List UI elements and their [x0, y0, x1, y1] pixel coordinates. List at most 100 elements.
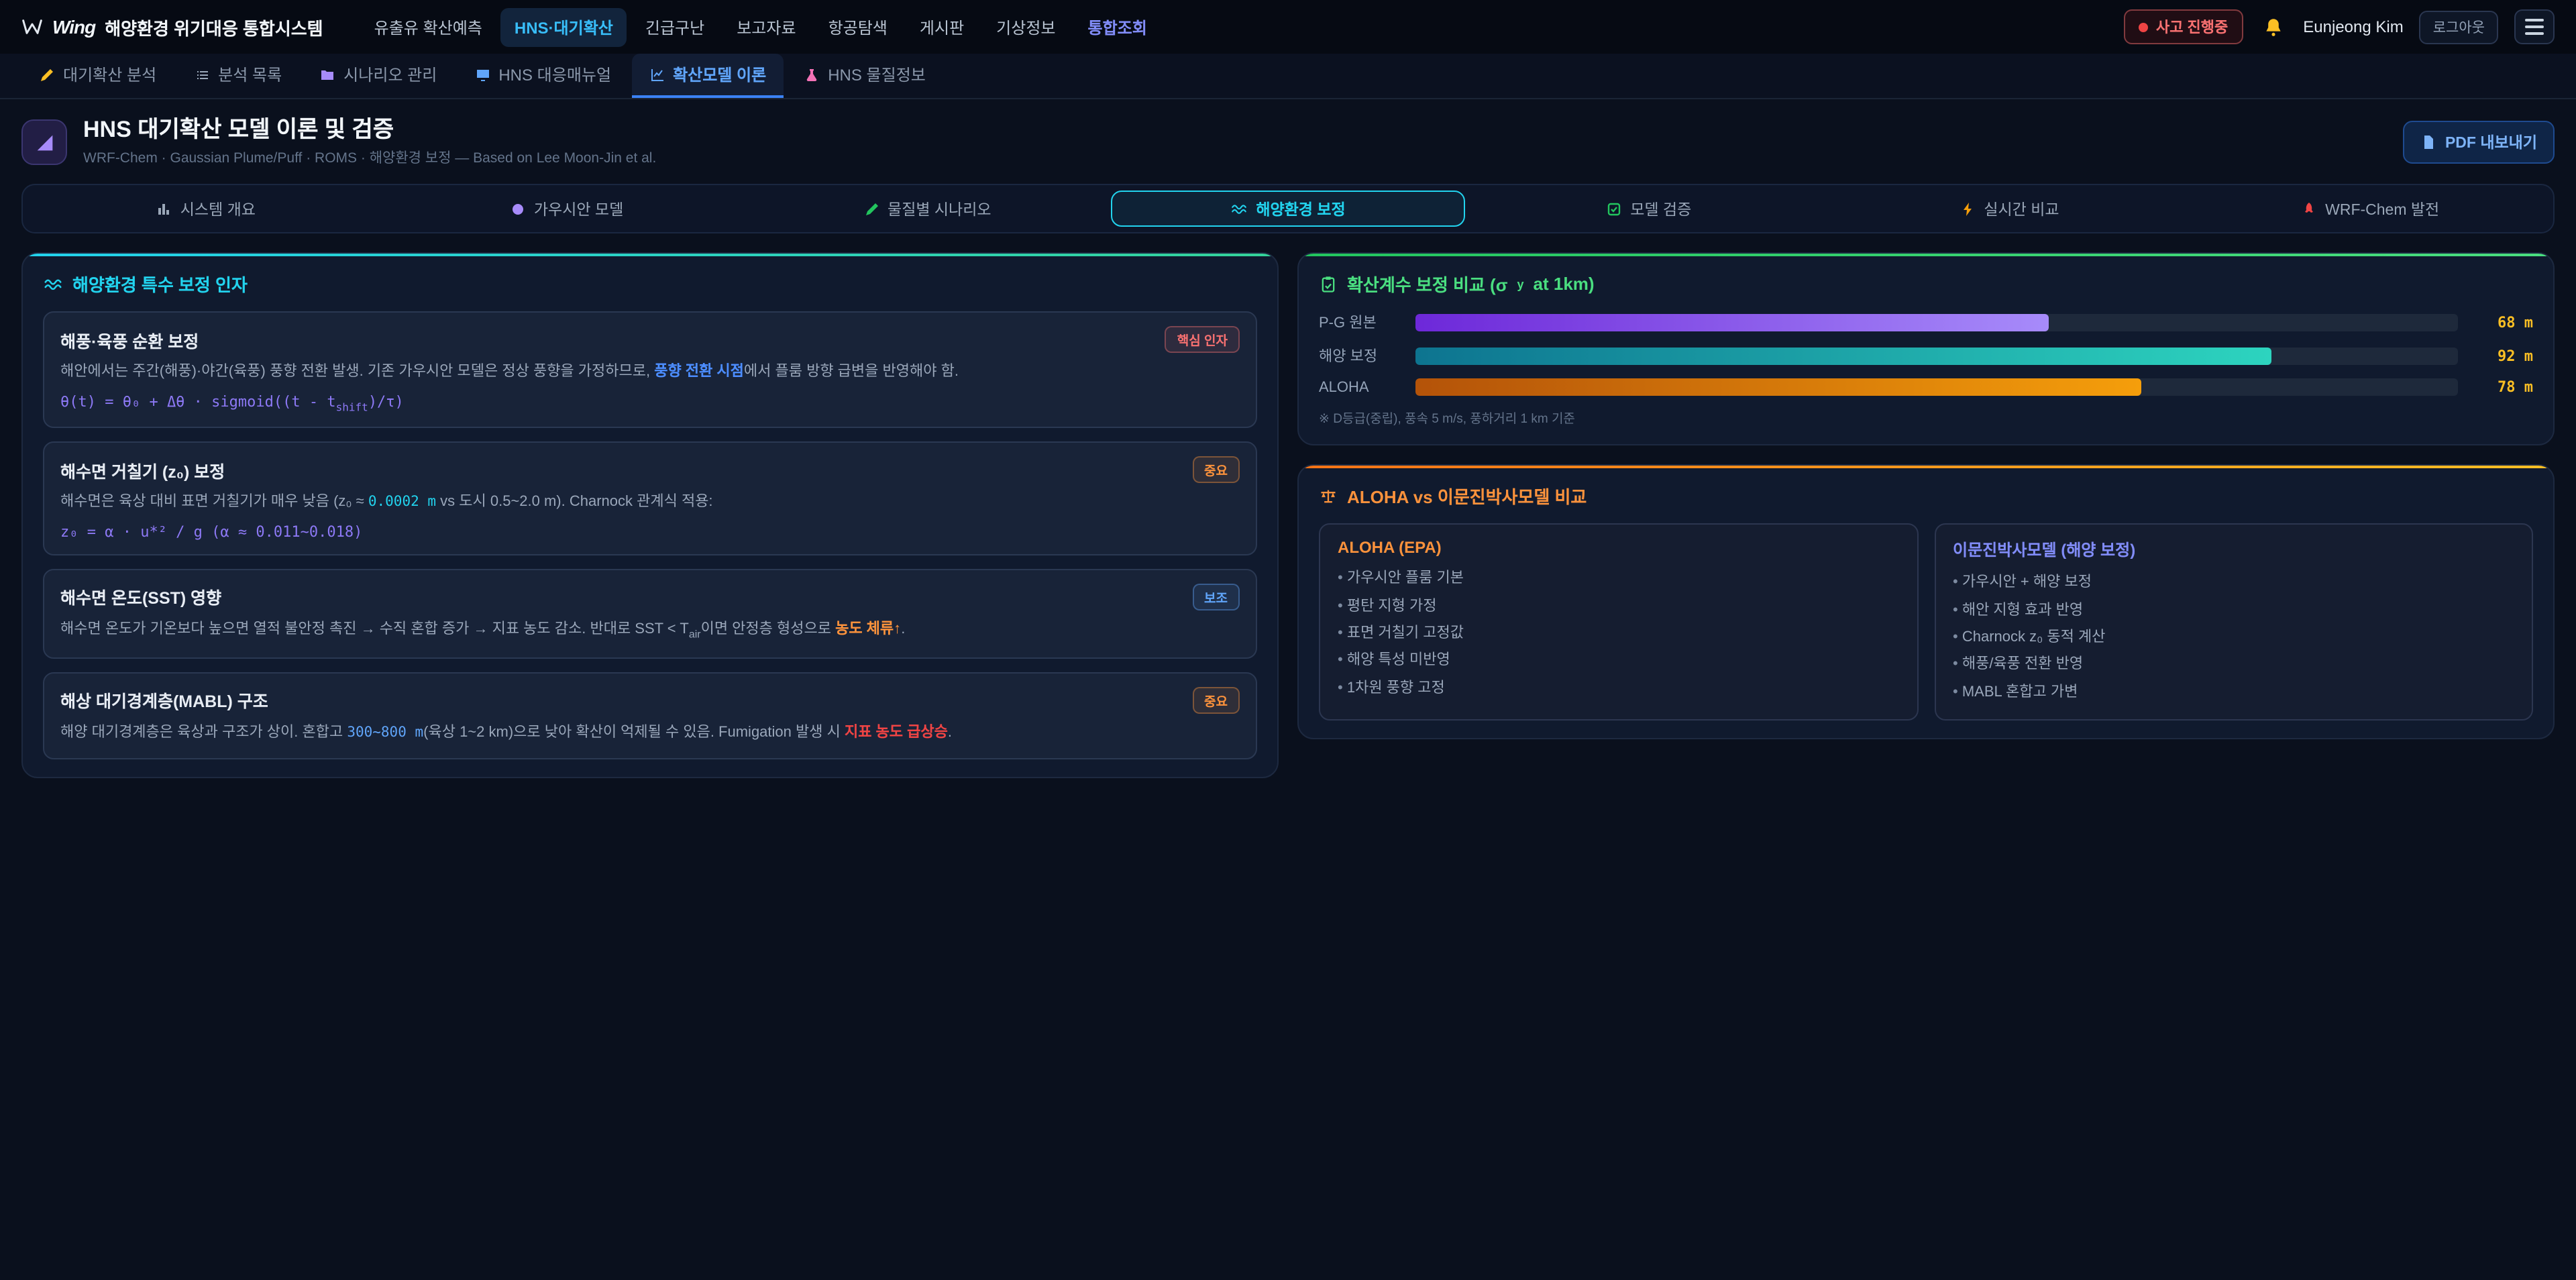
nav-item-integrated-search[interactable]: 통합조회: [1075, 7, 1161, 46]
factor-description: 해양 대기경계층은 육상과 구조가 상이. 혼합고 300~800 m(육상 1…: [60, 722, 1240, 745]
aloha-feature-list: 가우시안 플룸 기본 평탄 지형 가정 표면 거칠기 고정값 해양 특성 미반영…: [1338, 566, 1899, 702]
factor-badge: 중요: [1192, 687, 1240, 714]
section-tab-realtime-comparison[interactable]: 실시간 비교: [1832, 191, 2188, 227]
list-item: 1차원 풍향 고정: [1338, 675, 1899, 702]
lightning-icon: [1960, 201, 1976, 217]
factor-card-sea-land-breeze: 해풍·육풍 순환 보정 핵심 인자 해안에서는 주간(해풍)·야간(육풍) 풍향…: [43, 312, 1257, 429]
module-tabbar: 대기확산 분석 분석 목록 시나리오 관리 HNS 대응매뉴얼 확산모델 이론 …: [0, 54, 2576, 99]
tab-hns-response-manual[interactable]: HNS 대응매뉴얼: [457, 54, 629, 98]
nav-item-rescue[interactable]: 긴급구난: [632, 7, 718, 46]
incident-status-badge: 사고 진행중: [2124, 9, 2243, 44]
section-tab-substance-scenarios[interactable]: 물질별 시나리오: [749, 191, 1105, 227]
page-title: HNS 대기확산 모델 이론 및 검증: [83, 117, 2387, 144]
highlight-text: 풍향 전환 시점: [654, 364, 744, 380]
nav-item-hns-dispersion[interactable]: HNS·대기확산: [501, 7, 627, 46]
page-subtitle: WRF-Chem · Gaussian Plume/Puff · ROMS · …: [83, 148, 2387, 168]
factor-formula: z₀ = α · u*² / g (α ≈ 0.011~0.018): [60, 523, 1240, 541]
sigma-comparison-card: 확산계수 보정 비교 (σy at 1km) P-G 원본 68 m 해양 보정…: [1297, 253, 2555, 446]
tab-model-theory[interactable]: 확산모델 이론: [631, 54, 784, 98]
logout-button[interactable]: 로그아웃: [2420, 10, 2498, 44]
model-comparison-title: ALOHA vs 이문진박사모델 비교: [1319, 484, 2533, 509]
section-tabs: 시스템 개요 가우시안 모델 물질별 시나리오 해양환경 보정 모델 검증 실시…: [21, 184, 2555, 234]
section-tab-gaussian-model[interactable]: 가우시안 모델: [389, 191, 745, 227]
chart-icon: [649, 66, 665, 83]
leemoonjin-model-panel: 이문진박사모델 (해양 보정) 가우시안 + 해양 보정 해안 지형 효과 반영…: [1934, 524, 2533, 721]
main-content: 해양환경 특수 보정 인자 해풍·육풍 순환 보정 핵심 인자 해안에서는 주간…: [21, 253, 2555, 779]
sigma-bar-fill-0: [1415, 314, 2049, 331]
factor-title: 해상 대기경계층(MABL) 구조: [60, 688, 268, 713]
section-tab-system-overview[interactable]: 시스템 개요: [28, 191, 384, 227]
top-navbar: Wing 해양환경 위기대응 통합시스템 유출유 확산예측 HNS·대기확산 긴…: [0, 0, 2576, 54]
aloha-panel: ALOHA (EPA) 가우시안 플룸 기본 평탄 지형 가정 표면 거칠기 고…: [1319, 524, 1918, 721]
ruler-icon: [21, 119, 67, 165]
sigma-bar-row-1: 해양 보정 92 m: [1319, 345, 2533, 367]
bar-label: 해양 보정: [1319, 345, 1402, 367]
nav-item-aerial-search[interactable]: 항공탐색: [815, 7, 901, 46]
bell-icon: [2261, 15, 2284, 38]
factor-description: 해수면 온도가 기온보다 높으면 열적 불안정 촉진 → 수직 혼합 증가 → …: [60, 619, 1240, 644]
highlight-text: 지표 농도 급상승: [845, 725, 948, 741]
brand[interactable]: Wing 해양환경 위기대응 통합시스템: [21, 14, 323, 40]
bar-track: [1415, 314, 2458, 331]
pencil-icon: [39, 66, 55, 83]
leemoonjin-feature-list: 가우시안 + 해양 보정 해안 지형 효과 반영 Charnock z₀ 동적 …: [1953, 570, 2514, 706]
section-tab-model-validation[interactable]: 모델 검증: [1471, 191, 1827, 227]
sigma-bar-row-2: ALOHA 78 m: [1319, 379, 2533, 396]
incident-status-label: 사고 진행중: [2156, 16, 2228, 38]
factor-description: 해안에서는 주간(해풍)·야간(육풍) 풍향 전환 발생. 기존 가우시안 모델…: [60, 362, 1240, 385]
notification-bell-button[interactable]: [2259, 13, 2287, 41]
nav-item-board[interactable]: 게시판: [906, 7, 977, 46]
bar-chart-icon: [156, 201, 172, 217]
factor-badge: 중요: [1192, 456, 1240, 483]
factor-title: 해풍·육풍 순환 보정: [60, 327, 199, 353]
tab-analysis-list[interactable]: 분석 목록: [176, 54, 299, 98]
menu-button[interactable]: [2514, 9, 2555, 44]
factor-formula: θ(t) = θ₀ + Δθ · sigmoid((t - tshift)/τ): [60, 393, 1240, 413]
chart-footnote: ※ D등급(중립), 풍속 5 m/s, 풍하거리 1 km 기준: [1319, 409, 2533, 427]
incident-dot-icon: [2139, 22, 2148, 32]
list-item: 표면 거칠기 고정값: [1338, 620, 1899, 647]
bar-track: [1415, 379, 2458, 396]
nav-item-weather[interactable]: 기상정보: [983, 7, 1069, 46]
bar-value: 78 m: [2471, 379, 2533, 396]
bar-track: [1415, 348, 2458, 365]
factor-title: 해수면 거칠기 (z₀) 보정: [60, 457, 225, 482]
nav-item-reports[interactable]: 보고자료: [723, 7, 809, 46]
list-icon: [194, 66, 210, 83]
document-icon: [2421, 134, 2437, 150]
section-tab-wrf-chem[interactable]: WRF-Chem 발전: [2192, 191, 2548, 227]
list-item: 해안 지형 효과 반영: [1953, 596, 2514, 624]
pencil-icon: [863, 201, 879, 217]
sigma-bar-row-0: P-G 원본 68 m: [1319, 312, 2533, 333]
check-square-icon: [1606, 201, 1622, 217]
scale-icon: [1319, 487, 1338, 506]
bar-value: 68 m: [2471, 314, 2533, 331]
factor-card-sst-effect: 해수면 온도(SST) 영향 보조 해수면 온도가 기온보다 높으면 열적 불안…: [43, 569, 1257, 659]
gaussian-curve-icon: [510, 201, 526, 217]
tab-scenario-management[interactable]: 시나리오 관리: [302, 54, 454, 98]
tab-hns-substance-info[interactable]: HNS 물질정보: [786, 54, 943, 98]
main-nav: 유출유 확산예측 HNS·대기확산 긴급구난 보고자료 항공탐색 게시판 기상정…: [361, 7, 2110, 46]
tab-dispersion-analysis[interactable]: 대기확산 분석: [21, 54, 174, 98]
right-column: 확산계수 보정 비교 (σy at 1km) P-G 원본 68 m 해양 보정…: [1297, 253, 2555, 739]
list-item: 평탄 지형 가정: [1338, 592, 1899, 620]
section-tab-ocean-correction[interactable]: 해양환경 보정: [1110, 191, 1466, 227]
aloha-panel-title: ALOHA (EPA): [1338, 539, 1899, 557]
bar-label: P-G 원본: [1319, 312, 1402, 333]
inline-value: 300~800 m: [347, 725, 423, 741]
list-item: 가우시안 + 해양 보정: [1953, 570, 2514, 597]
bar-value: 92 m: [2471, 348, 2533, 365]
flask-icon: [804, 66, 820, 83]
nav-item-oil-spill[interactable]: 유출유 확산예측: [361, 7, 496, 46]
wave-icon: [43, 274, 63, 295]
wing-logo-icon: [21, 16, 43, 38]
ocean-correction-panel: 해양환경 특수 보정 인자 해풍·육풍 순환 보정 핵심 인자 해안에서는 주간…: [21, 253, 1279, 779]
app-root: Wing 해양환경 위기대응 통합시스템 유출유 확산예측 HNS·대기확산 긴…: [0, 0, 2576, 1280]
factor-card-mabl-structure: 해상 대기경계층(MABL) 구조 중요 해양 대기경계층은 육상과 구조가 상…: [43, 672, 1257, 760]
rocket-icon: [2301, 201, 2317, 217]
user-name: Eunjeong Kim: [2303, 17, 2403, 36]
factor-badge: 핵심 인자: [1165, 327, 1240, 354]
bar-label: ALOHA: [1319, 380, 1402, 396]
wave-icon: [1230, 201, 1248, 218]
pdf-export-button[interactable]: PDF 내보내기: [2404, 121, 2555, 164]
